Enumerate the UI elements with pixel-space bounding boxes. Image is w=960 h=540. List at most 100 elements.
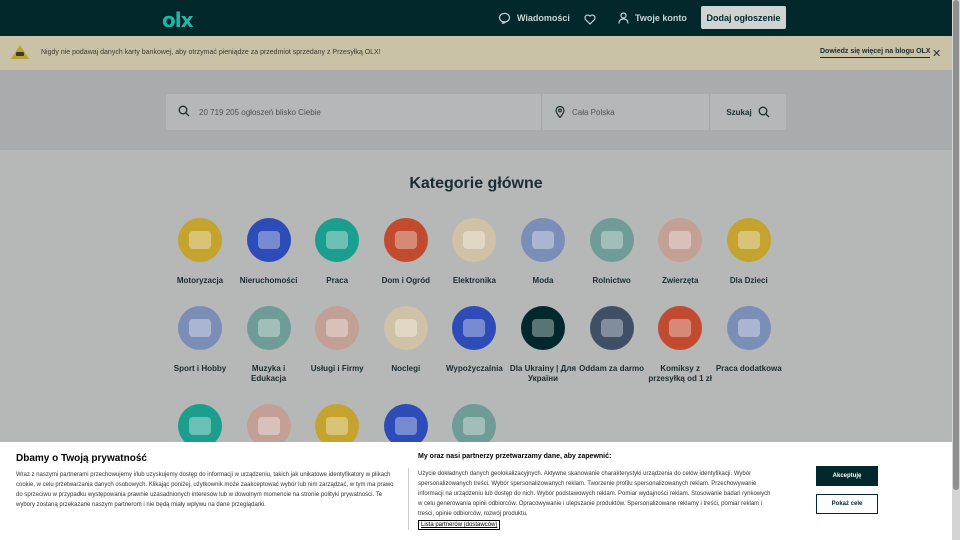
search-button[interactable]: Szukaj bbox=[710, 94, 786, 130]
category-glyph-icon bbox=[737, 319, 760, 337]
category-label: Moda bbox=[532, 276, 554, 285]
olx-logo[interactable]: olx bbox=[162, 8, 193, 32]
category-glyph-icon bbox=[737, 231, 760, 249]
category-icon bbox=[726, 218, 771, 262]
category-glyph-icon bbox=[669, 231, 692, 249]
category-label: Dom i Ogród bbox=[381, 276, 431, 285]
search-icon bbox=[758, 106, 770, 118]
category-label: Nieruchomości bbox=[239, 276, 298, 285]
messages-link[interactable]: Wiadomości bbox=[498, 0, 570, 36]
category-icon bbox=[178, 306, 222, 350]
search-bar: Szukaj bbox=[166, 94, 786, 130]
search-input[interactable] bbox=[199, 94, 529, 130]
category-glyph-icon bbox=[600, 319, 623, 337]
category-label: Dla Ukrainy | Для України bbox=[509, 364, 577, 383]
blog-link[interactable]: Dowiedz się więcej na blogu OLX bbox=[820, 48, 931, 58]
category-item[interactable]: Praca dodatkowa bbox=[715, 306, 783, 374]
user-icon bbox=[618, 12, 629, 24]
category-glyph-icon bbox=[394, 417, 417, 435]
accept-button[interactable]: Akceptuję bbox=[816, 466, 878, 486]
category-icon bbox=[178, 218, 222, 262]
top-header: olx Wiadomości Twoje konto Dodaj ogłosze… bbox=[0, 0, 952, 36]
show-purposes-button[interactable]: Pokaż cele bbox=[816, 494, 878, 514]
category-item[interactable]: Dla Dzieci bbox=[715, 218, 783, 286]
category-icon bbox=[246, 306, 291, 350]
category-icon bbox=[658, 306, 703, 350]
category-icon bbox=[383, 306, 428, 350]
category-glyph-icon bbox=[463, 319, 486, 337]
category-label: Oddam za darmo bbox=[579, 364, 645, 373]
warning-icon bbox=[10, 44, 30, 65]
category-glyph-icon bbox=[463, 231, 486, 249]
category-item[interactable]: Motoryzacja bbox=[166, 218, 234, 286]
category-icon bbox=[383, 218, 428, 262]
category-item[interactable]: Moda bbox=[509, 218, 577, 286]
category-label: Elektronika bbox=[452, 276, 496, 285]
category-item[interactable]: Praca bbox=[303, 218, 371, 286]
category-item[interactable]: Muzyka i Edukacja bbox=[235, 306, 303, 384]
cookie-purposes-body: Użycie dokładnych danych geolokalizacyjn… bbox=[418, 471, 771, 517]
search-icon bbox=[178, 105, 190, 117]
scrollbar-thumb[interactable] bbox=[953, 0, 959, 490]
category-item[interactable]: Komiksy z przesyłką od 1 zł bbox=[646, 306, 714, 384]
partners-list-link[interactable]: Lista partnerów (dostawców) bbox=[418, 520, 501, 530]
account-link[interactable]: Twoje konto bbox=[618, 0, 687, 36]
favorites-heart-icon[interactable] bbox=[584, 12, 596, 30]
category-label: Praca bbox=[326, 276, 349, 285]
categories-title: Kategorie główne bbox=[409, 175, 543, 192]
category-icon bbox=[315, 306, 360, 350]
search-input-wrapper bbox=[166, 94, 542, 130]
messages-label: Wiadomości bbox=[517, 13, 570, 23]
category-item[interactable]: Wypożyczalnia bbox=[440, 306, 508, 374]
category-label: Dla Dzieci bbox=[729, 276, 768, 285]
category-item[interactable]: Dla Ukrainy | Для України bbox=[509, 306, 577, 384]
category-icon bbox=[726, 306, 771, 350]
location-pin-icon bbox=[555, 106, 565, 118]
category-icon bbox=[589, 218, 634, 262]
category-glyph-icon bbox=[394, 231, 417, 249]
category-icon bbox=[658, 218, 703, 262]
category-label: Zwierzęta bbox=[661, 276, 699, 285]
category-label: Wypożyczalnia bbox=[446, 364, 503, 373]
cookie-divider bbox=[408, 468, 409, 530]
category-glyph-icon bbox=[532, 319, 554, 337]
category-item[interactable]: Usługi i Firmy bbox=[303, 306, 371, 374]
category-label: Muzyka i Edukacja bbox=[251, 364, 287, 383]
category-item[interactable]: Zwierzęta bbox=[646, 218, 714, 286]
cookie-body: Wraz z naszymi partnerami przechowujemy … bbox=[16, 472, 394, 508]
category-item[interactable]: Elektronika bbox=[440, 218, 508, 286]
category-glyph-icon bbox=[257, 319, 280, 337]
category-glyph-icon bbox=[326, 319, 349, 337]
category-icon bbox=[521, 218, 565, 262]
account-label: Twoje konto bbox=[635, 13, 687, 23]
chat-bubble-icon bbox=[498, 12, 510, 24]
category-item[interactable]: Rolnictwo bbox=[578, 218, 646, 286]
category-label: Praca dodatkowa bbox=[715, 364, 782, 373]
category-glyph-icon bbox=[532, 231, 554, 249]
location-input[interactable] bbox=[572, 94, 702, 130]
category-item[interactable]: Noclegi bbox=[372, 306, 440, 374]
banner-text: Nigdy nie podawaj danych karty bankowej,… bbox=[41, 49, 381, 56]
category-label: Motoryzacja bbox=[176, 276, 224, 285]
category-label: Sport i Hobby bbox=[173, 364, 227, 373]
category-glyph-icon bbox=[189, 319, 211, 337]
category-glyph-icon bbox=[189, 417, 211, 435]
category-label: Noclegi bbox=[391, 364, 421, 373]
category-item[interactable]: Nieruchomości bbox=[235, 218, 303, 286]
category-glyph-icon bbox=[669, 319, 692, 337]
add-listing-button[interactable]: Dodaj ogłoszenie bbox=[701, 6, 786, 29]
category-item[interactable]: Sport i Hobby bbox=[166, 306, 234, 374]
search-section: Szukaj bbox=[0, 70, 952, 150]
category-label: Rolnictwo bbox=[592, 276, 631, 285]
category-glyph-icon bbox=[257, 231, 280, 249]
category-icon bbox=[315, 218, 360, 262]
category-icon bbox=[521, 306, 565, 350]
category-item[interactable]: Oddam za darmo bbox=[578, 306, 646, 374]
category-icon bbox=[452, 218, 497, 262]
category-glyph-icon bbox=[326, 417, 349, 435]
cookie-consent-panel: Dbamy o Twoją prywatność Wraz z naszymi … bbox=[0, 442, 952, 540]
close-icon[interactable]: ✕ bbox=[932, 47, 941, 60]
category-icon bbox=[452, 306, 497, 350]
location-input-wrapper bbox=[542, 94, 710, 130]
category-item[interactable]: Dom i Ogród bbox=[372, 218, 440, 286]
